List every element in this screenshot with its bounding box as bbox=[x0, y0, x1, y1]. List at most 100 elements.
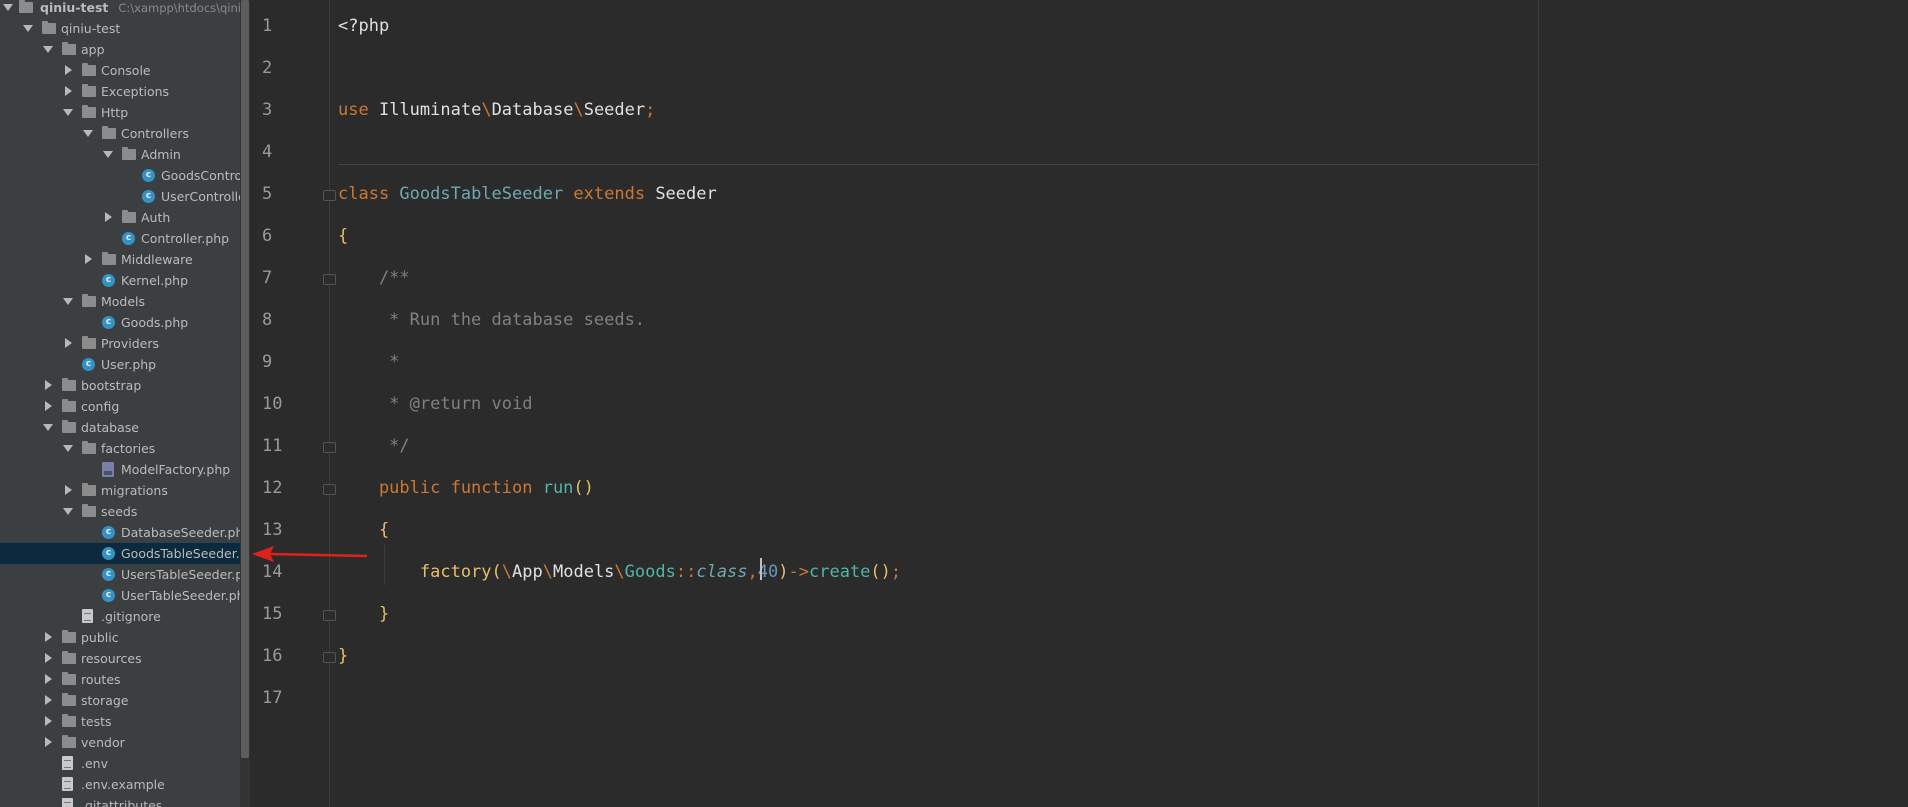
text-file-icon bbox=[62, 777, 73, 791]
chevron-right-icon[interactable] bbox=[45, 401, 52, 411]
tree-item[interactable]: ModelFactory.php bbox=[0, 459, 240, 480]
folder-icon bbox=[62, 399, 76, 412]
chevron-right-icon[interactable] bbox=[45, 632, 52, 642]
tree-item[interactable]: c DatabaseSeeder.php bbox=[0, 522, 240, 543]
tree-item[interactable]: Exceptions bbox=[0, 81, 240, 102]
chevron-right-icon[interactable] bbox=[85, 254, 92, 264]
tree-item[interactable]: c Kernel.php bbox=[0, 270, 240, 291]
tree-item-label: UserController. bbox=[161, 189, 240, 204]
chevron-right-icon[interactable] bbox=[45, 716, 52, 726]
tree-item[interactable]: c UsersTableSeeder.php bbox=[0, 564, 240, 585]
tree-item[interactable]: c UserTableSeeder.php bbox=[0, 585, 240, 606]
tree-item[interactable]: migrations bbox=[0, 480, 240, 501]
code-line[interactable]: * @return void bbox=[338, 394, 532, 414]
chevron-down-icon[interactable] bbox=[103, 151, 113, 158]
tree-root-label: qiniu-test C:\xampp\htdocs\qiniu-t bbox=[40, 0, 240, 19]
chevron-right-icon[interactable] bbox=[45, 380, 52, 390]
tree-item[interactable]: database bbox=[0, 417, 240, 438]
code-line[interactable]: use Illuminate\Database\Seeder; bbox=[338, 100, 655, 120]
fold-marker-icon[interactable] bbox=[323, 652, 336, 663]
code-token: */ bbox=[338, 436, 410, 456]
fold-marker-icon[interactable] bbox=[323, 190, 336, 201]
chevron-right-icon[interactable] bbox=[65, 338, 72, 348]
code-line[interactable]: factory(\App\Models\Goods::class,40)->cr… bbox=[338, 562, 901, 582]
tree-item[interactable]: Providers bbox=[0, 333, 240, 354]
fold-marker-icon[interactable] bbox=[323, 484, 336, 495]
chevron-down-icon[interactable] bbox=[43, 46, 53, 53]
tree-item[interactable]: Auth bbox=[0, 207, 240, 228]
tree-item[interactable]: Controllers bbox=[0, 123, 240, 144]
code-line[interactable]: /** bbox=[338, 268, 410, 288]
code-line[interactable]: <?php bbox=[338, 16, 389, 36]
tree-item[interactable]: Http bbox=[0, 102, 240, 123]
tree-item[interactable]: c UserController. bbox=[0, 186, 240, 207]
chevron-right-icon[interactable] bbox=[45, 737, 52, 747]
code-token: { bbox=[338, 520, 390, 540]
tree-item[interactable]: resources bbox=[0, 648, 240, 669]
folder-icon bbox=[82, 441, 96, 454]
code-token: \ bbox=[614, 562, 625, 582]
tree-item[interactable]: Console bbox=[0, 60, 240, 81]
project-tree-panel[interactable]: qiniu-testC:\xampp\htdocs\qiniu-tqiniu-t… bbox=[0, 0, 240, 807]
tree-item[interactable]: Models bbox=[0, 291, 240, 312]
chevron-right-icon[interactable] bbox=[65, 65, 72, 75]
chevron-right-icon[interactable] bbox=[65, 485, 72, 495]
chevron-down-icon[interactable] bbox=[23, 25, 33, 32]
tree-item[interactable]: c GoodsControlle bbox=[0, 165, 240, 186]
folder-icon bbox=[19, 0, 33, 13]
tree-scrollbar[interactable] bbox=[241, 0, 249, 758]
tree-item[interactable]: vendor bbox=[0, 732, 240, 753]
tree-item[interactable]: bootstrap bbox=[0, 375, 240, 396]
fold-marker-icon[interactable] bbox=[323, 610, 336, 621]
tree-item[interactable]: c User.php bbox=[0, 354, 240, 375]
text-file-icon bbox=[82, 609, 93, 623]
chevron-down-icon[interactable] bbox=[63, 109, 73, 116]
tree-item[interactable]: .env.example bbox=[0, 774, 240, 795]
tree-item[interactable]: Admin bbox=[0, 144, 240, 165]
chevron-right-icon[interactable] bbox=[45, 674, 52, 684]
code-token: * @return bbox=[338, 394, 492, 414]
chevron-down-icon[interactable] bbox=[83, 130, 93, 137]
folder-icon bbox=[82, 336, 96, 349]
tree-item[interactable]: public bbox=[0, 627, 240, 648]
tree-item[interactable]: .env bbox=[0, 753, 240, 774]
fold-marker-icon[interactable] bbox=[323, 442, 336, 453]
tree-item[interactable]: c GoodsTableSeeder.ph bbox=[0, 543, 240, 564]
tree-item[interactable]: storage bbox=[0, 690, 240, 711]
tree-item[interactable]: c Goods.php bbox=[0, 312, 240, 333]
chevron-right-icon[interactable] bbox=[105, 212, 112, 222]
code-line[interactable]: * Run the database seeds. bbox=[338, 310, 645, 330]
tree-item[interactable]: .gitignore bbox=[0, 606, 240, 627]
text-caret bbox=[760, 558, 762, 580]
tree-item[interactable]: c Controller.php bbox=[0, 228, 240, 249]
code-line[interactable]: class GoodsTableSeeder extends Seeder bbox=[338, 184, 717, 204]
tree-item[interactable]: .gitattributes bbox=[0, 795, 240, 807]
code-line[interactable]: * bbox=[338, 352, 399, 372]
code-line[interactable]: { bbox=[338, 520, 389, 540]
chevron-down-icon[interactable] bbox=[63, 445, 73, 452]
chevron-down-icon[interactable] bbox=[63, 508, 73, 515]
code-line[interactable]: public function run() bbox=[338, 478, 594, 498]
tree-item[interactable]: seeds bbox=[0, 501, 240, 522]
chevron-down-icon[interactable] bbox=[3, 4, 13, 11]
tree-item[interactable]: qiniu-test bbox=[0, 18, 240, 39]
tree-item[interactable]: routes bbox=[0, 669, 240, 690]
code-line[interactable]: { bbox=[338, 226, 348, 246]
code-line[interactable]: } bbox=[338, 604, 389, 624]
code-line[interactable]: } bbox=[338, 646, 348, 666]
tree-item[interactable]: config bbox=[0, 396, 240, 417]
chevron-right-icon[interactable] bbox=[45, 653, 52, 663]
tree-item[interactable]: tests bbox=[0, 711, 240, 732]
tree-item-label: factories bbox=[101, 441, 156, 456]
tree-item[interactable]: app bbox=[0, 39, 240, 60]
fold-marker-icon[interactable] bbox=[323, 274, 336, 285]
php-file-icon bbox=[102, 462, 114, 477]
tree-item[interactable]: Middleware bbox=[0, 249, 240, 270]
code-line[interactable]: */ bbox=[338, 436, 410, 456]
chevron-right-icon[interactable] bbox=[45, 695, 52, 705]
chevron-down-icon[interactable] bbox=[63, 298, 73, 305]
tree-root-row[interactable]: qiniu-test C:\xampp\htdocs\qiniu-t bbox=[0, 0, 240, 18]
chevron-down-icon[interactable] bbox=[43, 424, 53, 431]
chevron-right-icon[interactable] bbox=[65, 86, 72, 96]
tree-item[interactable]: factories bbox=[0, 438, 240, 459]
